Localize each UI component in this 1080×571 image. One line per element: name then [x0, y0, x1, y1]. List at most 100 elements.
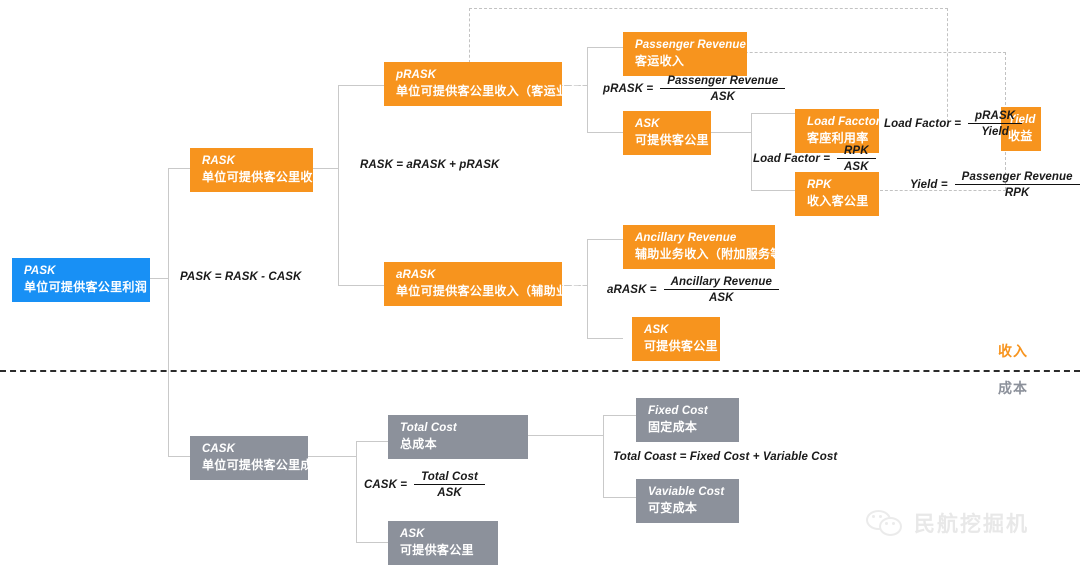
node-cask-cn: 单位可提供客公里成本: [202, 457, 326, 472]
connector-to-variable-cost: [603, 497, 636, 498]
watermark-text: 民航挖掘机: [914, 513, 1029, 536]
node-fixed-cost-en: Fixed Cost: [648, 405, 708, 417]
connector-total-cost-out: [528, 435, 603, 436]
node-cask-en: CASK: [202, 443, 235, 455]
formula-arask-denominator: ASK: [663, 289, 780, 304]
node-fixed-cost-cn: 固定成本: [648, 419, 698, 434]
connector-cask-out: [308, 456, 356, 457]
node-cask[interactable]: CASK 单位可提供客公里成本: [190, 436, 326, 481]
node-rask-cn: 单位可提供客公里收入: [202, 169, 326, 184]
connector-to-load-factor: [751, 113, 795, 114]
formula-cask-lhs: CASK =: [364, 479, 408, 491]
formula-cask: CASK = Total Cost ASK: [364, 471, 485, 499]
formula-lf-rpk-numerator: RPK: [844, 145, 869, 157]
node-variable-cost-cn: 可变成本: [648, 500, 698, 515]
connector-to-cask: [168, 456, 190, 457]
formula-load-factor-rpk-ask: Load Factor = RPK ASK: [753, 145, 876, 173]
node-ask-cost[interactable]: ASK 可提供客公里: [388, 521, 498, 566]
connector-ask-out: [711, 132, 751, 133]
formula-lf-rpk-lhs: Load Factor =: [753, 153, 831, 165]
node-rask[interactable]: RASK 单位可提供客公里收入: [190, 148, 326, 193]
node-ancillary-revenue[interactable]: Ancillary Revenue 辅助业务收入（附加服务等）: [623, 225, 795, 270]
connector-to-ancillary-revenue: [587, 239, 623, 240]
formula-rask: RASK = aRASK + pRASK: [360, 159, 500, 171]
dashed-guide-top: [469, 8, 948, 9]
node-rpk-en: RPK: [807, 179, 832, 191]
node-ask-passenger-en: ASK: [635, 118, 660, 130]
node-passenger-revenue-cn: 客运收入: [635, 53, 685, 68]
connector-to-fixed-cost: [603, 415, 636, 416]
formula-prask-lhs: pRASK =: [603, 83, 654, 95]
node-ask-passenger[interactable]: ASK 可提供客公里: [623, 111, 711, 156]
node-pask[interactable]: PASK 单位可提供客公里利润: [12, 258, 150, 303]
node-ask-ancillary-cn: 可提供客公里: [644, 338, 718, 353]
formula-arask: aRASK = Ancillary Revenue ASK: [607, 276, 780, 304]
node-arask[interactable]: aRASK 单位可提供客公里收入（辅助业务）: [384, 262, 593, 307]
connector-to-ask-c: [356, 542, 388, 543]
node-pask-en: PASK: [24, 265, 56, 277]
diagram-canvas: PASK 单位可提供客公里利润 RASK 单位可提供客公里收入 pRASK 单位…: [0, 0, 1080, 571]
formula-yield-numerator: Passenger Revenue: [961, 171, 1073, 183]
node-load-factor-en: Load Facctor: [807, 116, 881, 128]
connector-pask-out: [150, 278, 168, 279]
node-passenger-revenue-en: Passenger Revenue: [635, 39, 747, 51]
connector-fc-spine: [603, 415, 604, 497]
connector-to-total-cost: [356, 441, 388, 442]
formula-total-cost: Total Coast = Fixed Cost + Variable Cost: [613, 451, 838, 463]
node-total-cost[interactable]: Total Cost 总成本: [388, 415, 528, 460]
formula-yield-denominator: RPK: [954, 184, 1080, 199]
formula-lf-rpk-denominator: ASK: [837, 158, 876, 173]
formula-pask: PASK = RASK - CASK: [180, 271, 302, 283]
node-prask-cn: 单位可提供客公里收入（客运业务）: [396, 83, 593, 98]
connector-lf-spine: [751, 113, 752, 190]
node-ask-cost-cn: 可提供客公里: [400, 542, 474, 557]
node-arask-cn: 单位可提供客公里收入（辅助业务）: [396, 283, 593, 298]
node-variable-cost[interactable]: Vaviable Cost 可变成本: [636, 479, 739, 524]
revenue-cost-divider: [0, 370, 1080, 372]
watermark: 民航挖掘机: [866, 508, 1029, 538]
connector-to-prask: [338, 85, 384, 86]
connector-to-rpk: [751, 190, 795, 191]
node-rpk-cn: 收入客公里: [807, 193, 869, 208]
connector-to-rask: [168, 168, 190, 169]
wechat-icon: [866, 510, 906, 536]
node-ancillary-revenue-cn: 辅助业务收入（附加服务等）: [635, 246, 795, 261]
connector-to-arask: [338, 285, 384, 286]
node-load-factor-cn: 客座利用率: [807, 130, 869, 145]
formula-lf-yield-lhs: Load Factor =: [884, 118, 962, 130]
node-arask-en: aRASK: [396, 269, 436, 281]
node-rask-en: RASK: [202, 155, 235, 167]
node-ask-cost-en: ASK: [400, 528, 425, 540]
connector-to-passenger-revenue: [587, 47, 623, 48]
node-rpk[interactable]: RPK 收入客公里: [795, 172, 879, 217]
dashed-guide-left: [469, 8, 470, 63]
node-ask-ancillary-en: ASK: [644, 324, 669, 336]
node-variable-cost-en: Vaviable Cost: [648, 486, 725, 498]
node-total-cost-en: Total Cost: [400, 422, 457, 434]
formula-lf-yield-numerator: pRASK: [975, 110, 1016, 122]
formula-prask-numerator: Passenger Revenue: [667, 75, 779, 87]
formula-yield: Yield = Passenger Revenue RPK: [910, 171, 1080, 199]
formula-cask-denominator: ASK: [414, 484, 485, 499]
formula-yield-lhs: Yield =: [910, 179, 948, 191]
section-label-cost: 成本: [998, 380, 1028, 396]
node-pask-cn: 单位可提供客公里利润: [24, 279, 148, 294]
node-fixed-cost[interactable]: Fixed Cost 固定成本: [636, 398, 739, 443]
section-label-revenue: 收入: [998, 343, 1028, 359]
node-total-cost-cn: 总成本: [400, 436, 437, 451]
formula-prask: pRASK = Passenger Revenue ASK: [603, 75, 786, 103]
connector-pask-spine: [168, 168, 169, 456]
formula-cask-numerator: Total Cost: [421, 471, 478, 483]
connector-rask-spine: [338, 85, 339, 285]
node-prask-en: pRASK: [396, 69, 437, 81]
formula-prask-denominator: ASK: [660, 88, 786, 103]
connector-cask-spine: [356, 441, 357, 542]
formula-load-factor-prask-yield: Load Factor = pRASK Yield: [884, 110, 1023, 138]
connector-to-ask-p: [587, 132, 623, 133]
connector-to-ask-a: [587, 338, 623, 339]
node-passenger-revenue[interactable]: Passenger Revenue 客运收入: [623, 32, 747, 77]
node-ask-passenger-cn: 可提供客公里: [635, 132, 709, 147]
formula-lf-yield-denominator: Yield: [968, 123, 1023, 138]
node-prask[interactable]: pRASK 单位可提供客公里收入（客运业务）: [384, 62, 593, 107]
node-ask-ancillary[interactable]: ASK 可提供客公里: [632, 317, 720, 362]
